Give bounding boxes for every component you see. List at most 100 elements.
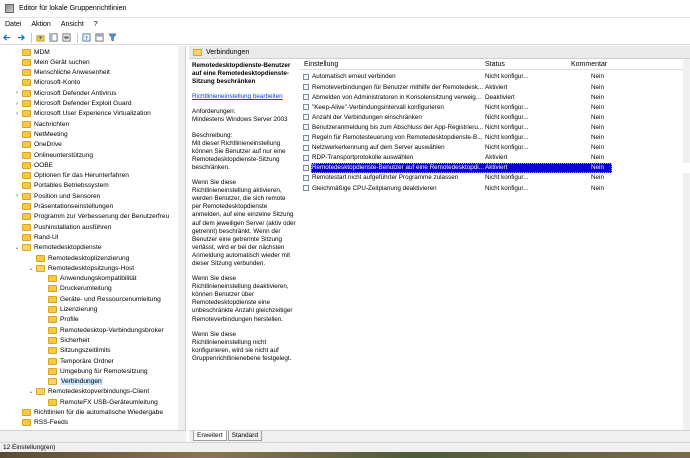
menu-help[interactable]: ?: [89, 21, 103, 28]
tree-item[interactable]: Umgebung für Remotesitzung: [40, 366, 148, 376]
table-row[interactable]: Remotedesktopdienste-Benutzer auf eine R…: [299, 162, 690, 173]
tree-item-label: Microsoft Defender Antivirus: [34, 89, 117, 97]
tree-item-label: RemoteFX USB-Geräteumleitung: [60, 398, 158, 406]
table-row[interactable]: Abmelden von Administratoren in Konsolen…: [299, 92, 690, 102]
forward-icon[interactable]: [15, 32, 26, 43]
description-disable-text: Wenn Sie diese Richtlinieneinstellung de…: [192, 275, 293, 323]
tree-item[interactable]: ⌄ Remotedesktopsitzungs-Host: [28, 263, 134, 273]
tree-item-label: NetMeeting: [34, 130, 68, 138]
folder-icon: [48, 316, 57, 324]
tree-scrollbar[interactable]: [178, 46, 185, 430]
view-icon[interactable]: [94, 32, 105, 43]
tree-item[interactable]: Rand-UI: [14, 232, 59, 242]
help-icon[interactable]: ?: [81, 32, 92, 43]
tree-item[interactable]: Nachrichten: [14, 119, 69, 129]
tree-item[interactable]: Programm zur Verbesserung der Benutzerfr…: [14, 212, 169, 222]
folder-icon: [48, 326, 57, 334]
chevron-down-icon[interactable]: ⌄: [28, 265, 34, 272]
tree-item-label: Menschliche Anwesenheit: [34, 69, 110, 77]
table-row[interactable]: RDP-Transportprotokolle auswählen Aktivie…: [299, 153, 690, 163]
tree-item-label: Remotedesktoplizenzierung: [48, 254, 130, 262]
tree-item[interactable]: Geräte- und Ressourcenumleitung: [40, 294, 161, 304]
tree-item[interactable]: OOBE: [14, 160, 53, 170]
tree-item[interactable]: Menschliche Anwesenheit: [14, 68, 110, 78]
table-row[interactable]: Remotestart nicht aufgeführter Programme…: [299, 173, 690, 183]
tree-horizontal-scrollbar[interactable]: [0, 430, 186, 442]
column-status[interactable]: Status: [485, 61, 545, 68]
folder-icon: [22, 69, 31, 77]
tree-item[interactable]: Optionen für das Herunterfahren: [14, 171, 129, 181]
tree-item[interactable]: ⌄ Remotedesktopverbindungs-Client: [28, 387, 149, 397]
setting-comment: Nein: [591, 144, 604, 152]
properties-icon[interactable]: [61, 32, 72, 43]
tree-item-label: Remotedesktopsitzungs-Host: [48, 264, 135, 272]
column-setting[interactable]: Einstellung: [304, 61, 494, 68]
folder-icon: [22, 79, 31, 87]
tree-item[interactable]: Druckerumleitung: [40, 284, 112, 294]
folder-icon: [48, 398, 57, 406]
show-hide-tree-icon[interactable]: [48, 32, 59, 43]
menu-ansicht[interactable]: Ansicht: [56, 21, 89, 28]
table-row[interactable]: Regeln für Remotesteuerung von Remotedes…: [299, 133, 690, 143]
tree-item[interactable]: Richtlinien für die automatische Wiederg…: [14, 408, 163, 418]
tree-item[interactable]: Sicherheit: [40, 335, 89, 345]
tree-item[interactable]: NetMeeting: [14, 129, 68, 139]
tree-item[interactable]: Remotedesktoplizenzierung: [28, 253, 129, 263]
tree-item-label: Microsoft Defender Exploit Guard: [34, 100, 132, 107]
folder-icon: [36, 264, 45, 272]
tree-item[interactable]: OneDrive: [14, 140, 62, 150]
tree-item[interactable]: Profile: [40, 315, 79, 325]
tree-item[interactable]: › Microsoft Defender Exploit Guard: [14, 99, 131, 109]
tree-item[interactable]: Microsoft-Konto: [14, 78, 80, 88]
edit-policy-link[interactable]: Richtlinieneinstellung bearbeiten: [192, 93, 296, 101]
table-row[interactable]: Benutzeranmeldung bis zum Abschluss der …: [299, 123, 690, 133]
chevron-right-icon[interactable]: ›: [14, 111, 20, 117]
table-row[interactable]: Anzahl der Verbindungen einschränken Nich…: [299, 112, 690, 122]
table-row[interactable]: "Keep-Alive"-Verbindungsintervall konfig…: [299, 102, 690, 112]
tree-item[interactable]: Anwendungskompatibilität: [40, 274, 137, 284]
folder-icon: [22, 213, 31, 221]
tree-item[interactable]: Lizenzierung: [40, 305, 97, 315]
tree-item[interactable]: › Position und Sensoren: [14, 191, 100, 201]
tree-item[interactable]: MDM: [14, 47, 50, 57]
tab-standard[interactable]: Standard: [227, 431, 263, 441]
tree-item[interactable]: › Microsoft Defender Antivirus: [14, 88, 116, 98]
filter-icon[interactable]: [107, 32, 118, 43]
chevron-down-icon[interactable]: ⌄: [28, 388, 34, 395]
tree-item[interactable]: Temporäre Ordner: [40, 356, 114, 366]
table-row[interactable]: Netzwerkerkennung auf dem Server auswähl…: [299, 143, 690, 153]
setting-status: Nicht konfigur...: [485, 73, 529, 81]
app-icon: [5, 4, 14, 13]
menu-bar: Datei Aktion Ansicht ?: [0, 18, 690, 31]
menu-datei[interactable]: Datei: [0, 21, 26, 28]
table-row[interactable]: Remoteverbindungen für Benutzer mithilfe…: [299, 82, 690, 92]
tree-item[interactable]: Mein Gerät suchen: [14, 57, 90, 67]
tree-item[interactable]: Portables Betriebssystem: [14, 181, 109, 191]
panel-title: Verbindungen: [206, 48, 250, 56]
tree-item[interactable]: Remotedesktop-Verbindungsbroker: [40, 325, 164, 335]
tree-item[interactable]: Pushinstallation ausführen: [14, 222, 111, 232]
tree-item[interactable]: › Microsoft User Experience Virtualizatio…: [14, 109, 151, 119]
tree-item[interactable]: Präsentationseinstellungen: [14, 202, 113, 212]
chevron-right-icon[interactable]: ›: [14, 90, 20, 96]
chevron-down-icon[interactable]: ⌄: [14, 244, 20, 251]
back-icon[interactable]: [2, 32, 13, 43]
folder-icon: [36, 254, 45, 262]
tree-item[interactable]: ⌄ Remotedesktopdienste: [14, 243, 101, 253]
setting-status: Aktiviert: [485, 164, 508, 172]
tree-item[interactable]: Sitzungszeitlimits: [40, 346, 111, 356]
tree-item[interactable]: RSS-Feeds: [14, 418, 68, 428]
column-comment[interactable]: Kommentar: [571, 61, 631, 68]
chevron-right-icon[interactable]: ›: [14, 193, 20, 199]
tree-item-label: Präsentationseinstellungen: [34, 203, 114, 210]
tree-item[interactable]: RemoteFX USB-Geräteumleitung: [40, 397, 158, 407]
table-row[interactable]: Automatisch erneut verbinden Nicht konfig…: [299, 72, 690, 82]
setting-name: Remoteverbindungen für Benutzer mithilfe…: [312, 83, 484, 91]
menu-aktion[interactable]: Aktion: [26, 21, 55, 28]
chevron-right-icon[interactable]: ›: [14, 101, 20, 107]
tree-item[interactable]: Onlineunterstützung: [14, 150, 93, 160]
tab-erweitert[interactable]: Erweitert: [193, 431, 227, 441]
folder-up-icon[interactable]: [35, 32, 46, 43]
table-row[interactable]: Gleichmäßige CPU-Zeitplanung deaktiviere…: [299, 183, 690, 193]
tree-item[interactable]: Verbindungen: [40, 377, 103, 387]
